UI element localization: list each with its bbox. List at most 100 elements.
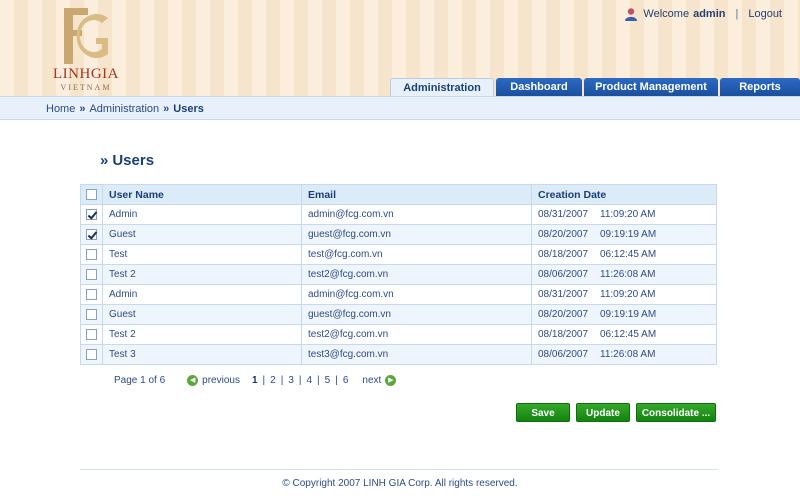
creation-date: 08/18/2007 bbox=[538, 249, 589, 260]
creation-date-cell: 08/31/2007 11:09:20 AM bbox=[531, 284, 717, 305]
tab-dashboard[interactable]: Dashboard bbox=[496, 78, 582, 96]
creation-time: 06:12:45 AM bbox=[600, 249, 657, 260]
email-cell: admin@fcg.com.vn bbox=[301, 204, 532, 225]
breadcrumb-home[interactable]: Home bbox=[46, 103, 75, 115]
user-name-cell: Admin bbox=[102, 204, 302, 225]
table-row[interactable]: Guest guest@fcg.com.vn 08/20/2007 09:19:19 … bbox=[80, 304, 717, 325]
row-select-cell bbox=[80, 204, 103, 225]
table-row[interactable]: Test 2 test2@fcg.com.vn 08/18/2007 06:12:45… bbox=[80, 324, 717, 345]
table-row[interactable]: Admin admin@fcg.com.vn 08/31/2007 11:09:20 … bbox=[80, 284, 717, 305]
row-checkbox[interactable] bbox=[86, 268, 97, 280]
email-cell: test3@fcg.com.vn bbox=[301, 344, 532, 365]
welcome-text: Welcome bbox=[643, 8, 690, 20]
page-numbers: 1 | 2 | 3 | 4 | 5 | 6 bbox=[252, 375, 348, 386]
breadcrumb-administration[interactable]: Administration bbox=[89, 103, 159, 115]
table-header-row: User Name Email Creation Date bbox=[80, 184, 717, 205]
creation-time: 09:19:19 AM bbox=[600, 229, 657, 240]
column-user-name[interactable]: User Name bbox=[102, 184, 302, 205]
creation-date-cell: 08/20/2007 09:19:19 AM bbox=[531, 304, 717, 325]
title-arrow-icon: » bbox=[100, 152, 109, 169]
table-row[interactable]: Test 2 test2@fcg.com.vn 08/06/2007 11:26:08… bbox=[80, 264, 717, 285]
username: admin bbox=[693, 8, 726, 20]
row-select-cell bbox=[80, 264, 103, 285]
row-checkbox[interactable] bbox=[86, 208, 97, 220]
table-row[interactable]: Guest guest@fcg.com.vn 08/20/2007 09:19:19 … bbox=[80, 224, 717, 245]
row-select-cell bbox=[80, 344, 103, 365]
breadcrumb-separator: » bbox=[79, 103, 86, 115]
logo-subtitle: VIETNAM bbox=[60, 83, 112, 92]
footer-divider bbox=[80, 469, 718, 470]
creation-time: 09:19:19 AM bbox=[600, 309, 657, 320]
page-header: LINHGIA VIETNAM Welcome admin | Logout A… bbox=[0, 0, 800, 96]
user-bar: Welcome admin | Logout bbox=[624, 7, 782, 21]
creation-date-cell: 08/06/2007 11:26:08 AM bbox=[531, 264, 717, 285]
table-row[interactable]: Test test@fcg.com.vn 08/18/2007 06:12:45 AM bbox=[80, 244, 717, 265]
row-checkbox[interactable] bbox=[86, 328, 97, 340]
next-arrow-icon: ▶ bbox=[385, 375, 397, 386]
creation-date-cell: 08/06/2007 11:26:08 AM bbox=[531, 344, 717, 365]
tab-reports[interactable]: Reports bbox=[720, 78, 800, 96]
user-name-cell: Test bbox=[102, 244, 302, 265]
creation-date-cell: 08/18/2007 06:12:45 AM bbox=[531, 324, 717, 345]
row-checkbox[interactable] bbox=[86, 288, 97, 300]
update-button[interactable]: Update bbox=[576, 403, 630, 422]
previous-button[interactable]: ◀ previous bbox=[187, 375, 240, 386]
page-separator: | bbox=[298, 375, 302, 386]
consolidate-button[interactable]: Consolidate ... bbox=[636, 403, 716, 422]
row-checkbox[interactable] bbox=[86, 228, 97, 240]
creation-date-cell: 08/20/2007 09:19:19 AM bbox=[531, 224, 717, 245]
row-checkbox[interactable] bbox=[86, 248, 97, 260]
logout-link[interactable]: Logout bbox=[748, 8, 782, 20]
table-row[interactable]: Admin admin@fcg.com.vn 08/31/2007 11:09:20 … bbox=[80, 204, 717, 225]
tab-product-management[interactable]: Product Management bbox=[584, 78, 718, 96]
table-row[interactable]: Test 3 test3@fcg.com.vn 08/06/2007 11:26:08… bbox=[80, 344, 717, 365]
previous-label: previous bbox=[202, 375, 240, 386]
creation-date-cell: 08/18/2007 06:12:45 AM bbox=[531, 244, 717, 265]
page-separator: | bbox=[317, 375, 320, 386]
row-select-cell bbox=[80, 284, 103, 305]
pagination: Page 1 of 6 ◀ previous 1 | 2 | 3 | 4 | 5 | 6 next … bbox=[114, 375, 397, 386]
users-table: User Name Email Creation Date Admin admin… bbox=[80, 184, 717, 365]
select-all-checkbox[interactable] bbox=[86, 189, 97, 201]
page-separator: | bbox=[262, 375, 266, 386]
page-separator: | bbox=[280, 375, 284, 386]
page-link[interactable]: 6 bbox=[343, 375, 349, 386]
user-name-cell: Admin bbox=[102, 284, 302, 305]
main-tabs: Administration Dashboard Product Managem… bbox=[390, 78, 800, 96]
user-name-cell: Guest bbox=[102, 224, 302, 245]
separator: | bbox=[735, 8, 739, 20]
row-select-cell bbox=[80, 304, 103, 325]
column-email[interactable]: Email bbox=[301, 184, 532, 205]
row-select-cell bbox=[80, 324, 103, 345]
email-cell: guest@fcg.com.vn bbox=[301, 224, 532, 245]
select-all-cell bbox=[80, 184, 103, 205]
creation-time: 06:12:45 AM bbox=[600, 329, 657, 340]
email-cell: test2@fcg.com.vn bbox=[301, 324, 532, 345]
row-select-cell bbox=[80, 224, 103, 245]
page-link[interactable]: 5 bbox=[325, 375, 331, 386]
save-button[interactable]: Save bbox=[516, 403, 570, 422]
tab-administration[interactable]: Administration bbox=[390, 78, 494, 96]
user-name-cell: Test 2 bbox=[102, 264, 302, 285]
page-link[interactable]: 2 bbox=[270, 375, 276, 386]
page-link[interactable]: 1 bbox=[252, 375, 258, 386]
breadcrumb: Home» Administration» Users bbox=[0, 96, 800, 120]
footer-copyright: © Copyright 2007 LINH GIA Corp. All righ… bbox=[282, 478, 518, 489]
column-creation-date[interactable]: Creation Date bbox=[531, 184, 717, 205]
row-checkbox[interactable] bbox=[86, 308, 97, 320]
creation-date: 08/20/2007 bbox=[538, 229, 589, 240]
creation-time: 11:26:08 AM bbox=[600, 349, 656, 360]
company-logo[interactable]: LINHGIA VIETNAM bbox=[46, 8, 126, 92]
creation-date-cell: 08/31/2007 11:09:20 AM bbox=[531, 204, 717, 225]
creation-date: 08/31/2007 bbox=[538, 289, 589, 300]
next-label: next bbox=[362, 375, 382, 386]
row-select-cell bbox=[80, 244, 103, 265]
creation-time: 11:26:08 AM bbox=[600, 269, 656, 280]
row-checkbox[interactable] bbox=[86, 348, 97, 360]
breadcrumb-current: Users bbox=[173, 103, 204, 115]
page-link[interactable]: 3 bbox=[288, 375, 294, 386]
page-link[interactable]: 4 bbox=[306, 375, 312, 386]
logo-name: LINHGIA bbox=[53, 66, 119, 82]
previous-arrow-icon: ◀ bbox=[187, 375, 199, 386]
next-button[interactable]: next ▶ bbox=[362, 375, 397, 386]
